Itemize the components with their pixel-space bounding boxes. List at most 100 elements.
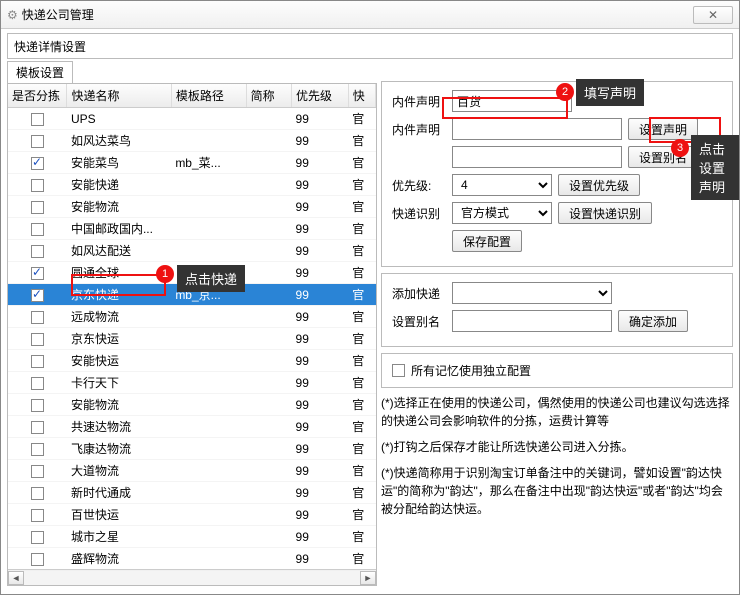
add-select[interactable]	[452, 282, 612, 304]
col-header[interactable]: 是否分拣	[8, 84, 67, 108]
col-header[interactable]: 简称	[246, 84, 291, 108]
cell-path: mb_京...	[171, 284, 246, 306]
decl2-input[interactable]	[452, 118, 622, 140]
cell-abbr	[246, 460, 291, 482]
table-row[interactable]: 安能菜鸟mb_菜...99官	[8, 152, 376, 174]
decl1-label: 内件声明	[392, 93, 446, 110]
col-header[interactable]: 快递名称	[67, 84, 171, 108]
cell-abbr	[246, 130, 291, 152]
cell-name: 安能快递	[67, 174, 171, 196]
cell-pri: 99	[292, 262, 349, 284]
cell-path	[171, 196, 246, 218]
cell-name: 圆通全球	[67, 262, 171, 284]
table-row[interactable]: 中国邮政国内...99官	[8, 218, 376, 240]
decl1-input[interactable]	[452, 90, 572, 112]
row-checkbox[interactable]	[31, 377, 44, 390]
table-row[interactable]: 如风达配送99官	[8, 240, 376, 262]
set-alias-button[interactable]: 设置别名	[628, 146, 698, 168]
row-checkbox[interactable]	[31, 157, 44, 170]
add-label: 添加快递	[392, 285, 446, 302]
cell-name: UPS	[67, 108, 171, 130]
row-checkbox[interactable]	[31, 311, 44, 324]
cell-r: 官	[348, 240, 375, 262]
cell-abbr	[246, 328, 291, 350]
table-row[interactable]: 城市之星99官	[8, 526, 376, 548]
scroll-right-button[interactable]: ►	[360, 571, 376, 585]
cell-r: 官	[348, 196, 375, 218]
row-checkbox[interactable]	[31, 553, 44, 566]
row-checkbox[interactable]	[31, 509, 44, 522]
set-pri-button[interactable]: 设置优先级	[558, 174, 640, 196]
table-row[interactable]: 安能物流99官	[8, 394, 376, 416]
row-checkbox[interactable]	[31, 179, 44, 192]
table-row[interactable]: 盛辉物流99官	[8, 548, 376, 570]
cell-pri: 99	[292, 240, 349, 262]
col-header[interactable]: 优先级	[292, 84, 349, 108]
cell-name: 安能物流	[67, 196, 171, 218]
cell-abbr	[246, 482, 291, 504]
save-button[interactable]: 保存配置	[452, 230, 522, 252]
table-row[interactable]: 圆通全球99官	[8, 262, 376, 284]
row-checkbox[interactable]	[31, 267, 44, 280]
table-row[interactable]: 远成物流99官	[8, 306, 376, 328]
table-row[interactable]: 百世快运99官	[8, 504, 376, 526]
pri-select[interactable]: 4	[452, 174, 552, 196]
cell-pri: 99	[292, 108, 349, 130]
tab-template[interactable]: 模板设置	[7, 61, 73, 83]
cell-path	[171, 306, 246, 328]
cell-abbr	[246, 548, 291, 570]
scroll-track[interactable]	[24, 571, 360, 585]
col-header[interactable]: 模板路径	[171, 84, 246, 108]
row-checkbox[interactable]	[31, 355, 44, 368]
table-row[interactable]: 如风达菜鸟99官	[8, 130, 376, 152]
row-checkbox[interactable]	[31, 443, 44, 456]
row-checkbox[interactable]	[31, 531, 44, 544]
close-button[interactable]: ✕	[693, 6, 733, 24]
cell-path	[171, 482, 246, 504]
row-checkbox[interactable]	[31, 465, 44, 478]
rec-select[interactable]: 官方模式	[452, 202, 552, 224]
table-row[interactable]: UPS99官	[8, 108, 376, 130]
row-checkbox[interactable]	[31, 487, 44, 500]
table-row[interactable]: 京东快递mb_京...99官	[8, 284, 376, 306]
cell-r: 官	[348, 438, 375, 460]
cell-name: 盛辉物流	[67, 548, 171, 570]
table-row[interactable]: 新时代通成99官	[8, 482, 376, 504]
row-checkbox[interactable]	[31, 421, 44, 434]
col-header[interactable]: 快	[348, 84, 375, 108]
row-checkbox[interactable]	[31, 201, 44, 214]
row-checkbox[interactable]	[31, 223, 44, 236]
cell-path	[171, 350, 246, 372]
row-checkbox[interactable]	[31, 245, 44, 258]
table-row[interactable]: 安能快递99官	[8, 174, 376, 196]
table-row[interactable]: 安能物流99官	[8, 196, 376, 218]
table-row[interactable]: 卡行天下99官	[8, 372, 376, 394]
scroll-left-button[interactable]: ◄	[8, 571, 24, 585]
row-checkbox[interactable]	[31, 399, 44, 412]
table-row[interactable]: 大道物流99官	[8, 460, 376, 482]
row-checkbox[interactable]	[31, 113, 44, 126]
cell-pri: 99	[292, 416, 349, 438]
cell-name: 中国邮政国内...	[67, 218, 171, 240]
table-row[interactable]: 共速达物流99官	[8, 416, 376, 438]
app-icon: ⚙	[7, 8, 18, 22]
alias-input[interactable]	[452, 146, 622, 168]
cell-r: 官	[348, 130, 375, 152]
set-decl-button[interactable]: 设置声明	[628, 118, 698, 140]
cell-pri: 99	[292, 438, 349, 460]
table-row[interactable]: 京东快运99官	[8, 328, 376, 350]
row-checkbox[interactable]	[31, 289, 44, 302]
row-checkbox[interactable]	[31, 333, 44, 346]
table-row[interactable]: 飞康达物流99官	[8, 438, 376, 460]
cell-r: 官	[348, 372, 375, 394]
table-row[interactable]: 安能快运99官	[8, 350, 376, 372]
cell-path	[171, 526, 246, 548]
cell-path	[171, 438, 246, 460]
cell-r: 官	[348, 174, 375, 196]
set-rec-button[interactable]: 设置快递识别	[558, 202, 652, 224]
indep-checkbox[interactable]	[392, 364, 405, 377]
cell-path	[171, 240, 246, 262]
add-confirm-button[interactable]: 确定添加	[618, 310, 688, 332]
alias2-input[interactable]	[452, 310, 612, 332]
row-checkbox[interactable]	[31, 135, 44, 148]
